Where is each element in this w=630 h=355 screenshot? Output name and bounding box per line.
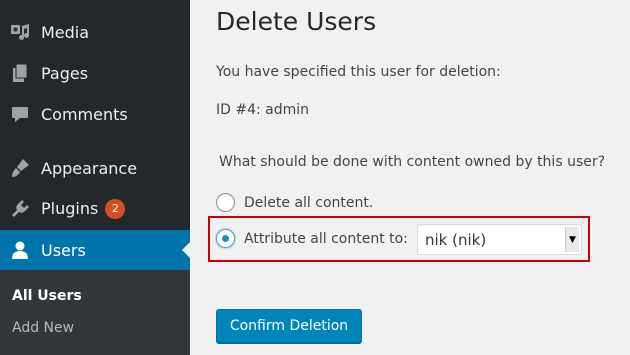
- page-title: Delete Users: [216, 7, 377, 36]
- dropdown-arrow-icon: ▼: [565, 227, 579, 252]
- attribute-content-radio[interactable]: [216, 229, 235, 248]
- sidebar-item-comments[interactable]: Comments: [0, 94, 190, 134]
- admin-sidebar: Media Pages Comments Appearance Plugins 2…: [0, 0, 190, 355]
- sidebar-item-media[interactable]: Media: [0, 12, 190, 52]
- sidebar-item-appearance[interactable]: Appearance: [0, 148, 190, 188]
- sidebar-item-label: Users: [41, 240, 86, 260]
- plugins-update-badge: 2: [105, 199, 126, 219]
- appearance-icon: [9, 157, 31, 179]
- plugins-icon: [9, 198, 31, 220]
- submenu-item-add-new[interactable]: Add New: [12, 320, 74, 336]
- users-submenu: All Users Add New: [0, 270, 190, 355]
- select-value: nik (nik): [425, 230, 487, 249]
- sidebar-item-label: Pages: [41, 63, 89, 83]
- delete-content-label: Delete all content.: [244, 194, 374, 211]
- users-icon: [9, 239, 31, 261]
- sidebar-item-users[interactable]: Users: [0, 230, 190, 270]
- sidebar-item-label: Media: [41, 22, 90, 42]
- content-question: What should be done with content owned b…: [219, 154, 606, 170]
- submenu-item-all-users[interactable]: All Users: [12, 288, 82, 304]
- main-content: Delete Users You have specified this use…: [190, 0, 630, 355]
- attribute-content-label: Attribute all content to:: [244, 230, 408, 247]
- comments-icon: [9, 103, 31, 125]
- media-icon: [9, 21, 31, 43]
- sidebar-item-pages[interactable]: Pages: [0, 53, 190, 93]
- attribute-user-select[interactable]: nik (nik) ▼: [417, 224, 582, 255]
- attribute-content-option[interactable]: Attribute all content to:: [216, 229, 408, 248]
- sidebar-item-label: Comments: [41, 104, 128, 124]
- user-id-text: ID #4: admin: [216, 102, 310, 118]
- sidebar-item-label: Appearance: [41, 158, 138, 178]
- deletion-intro-text: You have specified this user for deletio…: [216, 64, 501, 80]
- delete-content-option[interactable]: Delete all content.: [216, 193, 373, 212]
- delete-content-radio[interactable]: [216, 193, 235, 212]
- confirm-deletion-button[interactable]: Confirm Deletion: [216, 309, 362, 343]
- sidebar-item-plugins[interactable]: Plugins 2: [0, 189, 190, 229]
- pages-icon: [9, 62, 31, 84]
- sidebar-item-label: Plugins 2: [41, 199, 126, 219]
